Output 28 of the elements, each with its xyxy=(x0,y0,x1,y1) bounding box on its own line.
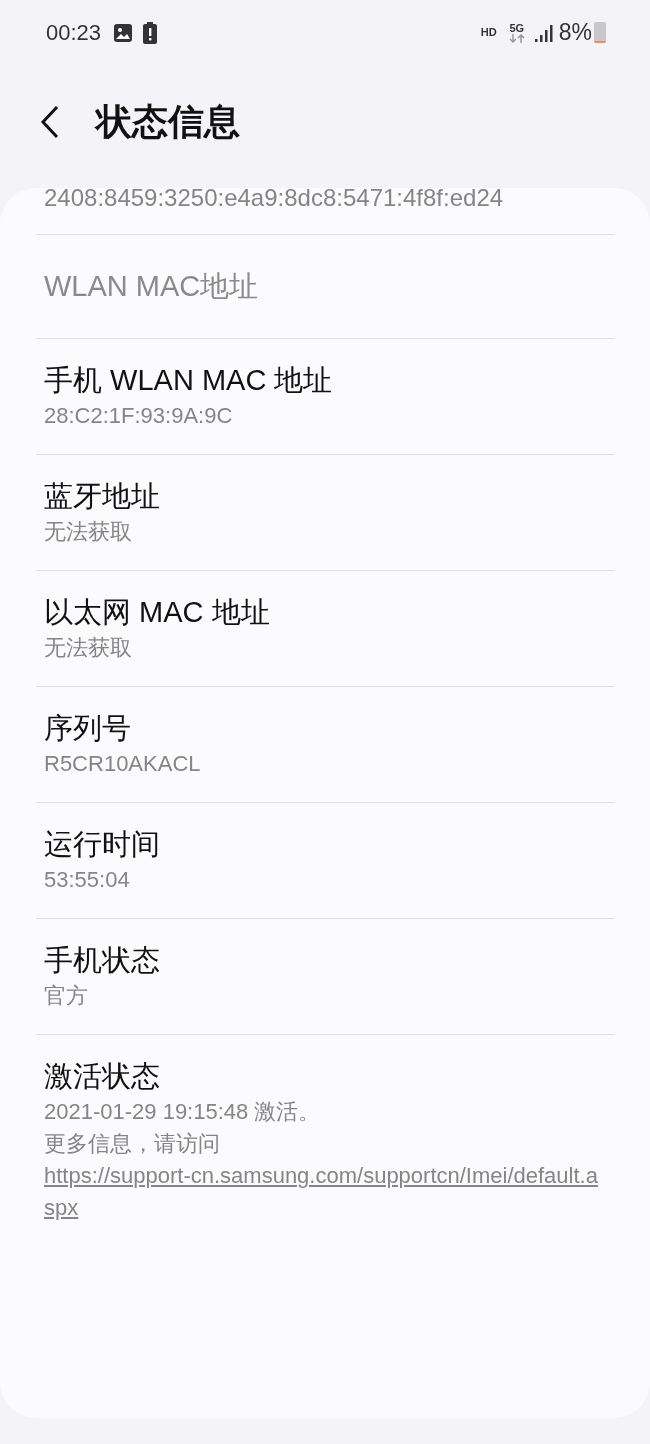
setting-value: 官方 xyxy=(44,982,89,1011)
category-heading: WLAN MAC地址 xyxy=(44,269,260,304)
setting-value: 无法获取 xyxy=(44,634,133,663)
network-indicator: 5G xyxy=(508,22,525,43)
info-note: 更多信息，请访问 https://support-cn.samsung.com/supportcn/Imei/default.aspx xyxy=(44,1128,606,1225)
setting-title: 以太网 MAC 地址 xyxy=(44,595,271,631)
setting-value: R5CR10AKACL xyxy=(44,750,202,779)
battery-percent: 8% xyxy=(558,18,592,48)
page-title: 状态信息 xyxy=(96,99,240,144)
battery-alert-icon xyxy=(143,21,158,44)
setting-title: 手机 WLAN MAC 地址 xyxy=(44,363,334,399)
ip-address-text: 2408:8459:3250:e4a9:8dc8:5471:4f8f:ed24 xyxy=(36,188,614,235)
setting-title: 运行时间 xyxy=(44,827,161,863)
battery-icon xyxy=(594,22,606,43)
setting-title: 手机状态 xyxy=(44,943,161,979)
setting-value: 无法获取 xyxy=(44,518,133,547)
setting-title: 激活状态 xyxy=(44,1059,161,1095)
back-icon[interactable] xyxy=(40,104,60,139)
setting-title: 蓝牙地址 xyxy=(44,479,161,515)
setting-value: 53:55:04 xyxy=(44,866,131,895)
image-icon xyxy=(113,22,134,43)
setting-title: 序列号 xyxy=(44,711,132,747)
hd-text: HD xyxy=(480,25,497,41)
setting-value: 28:C2:1F:93:9A:9C xyxy=(44,402,234,431)
clock-text: 00:23 xyxy=(46,19,102,47)
support-link[interactable]: https://support-cn.samsung.com/supportcn/Imei/default.aspx xyxy=(44,1160,606,1225)
signal-icon xyxy=(534,23,553,42)
setting-value: 2021-01-29 19:15:48 激活。 xyxy=(44,1098,322,1127)
